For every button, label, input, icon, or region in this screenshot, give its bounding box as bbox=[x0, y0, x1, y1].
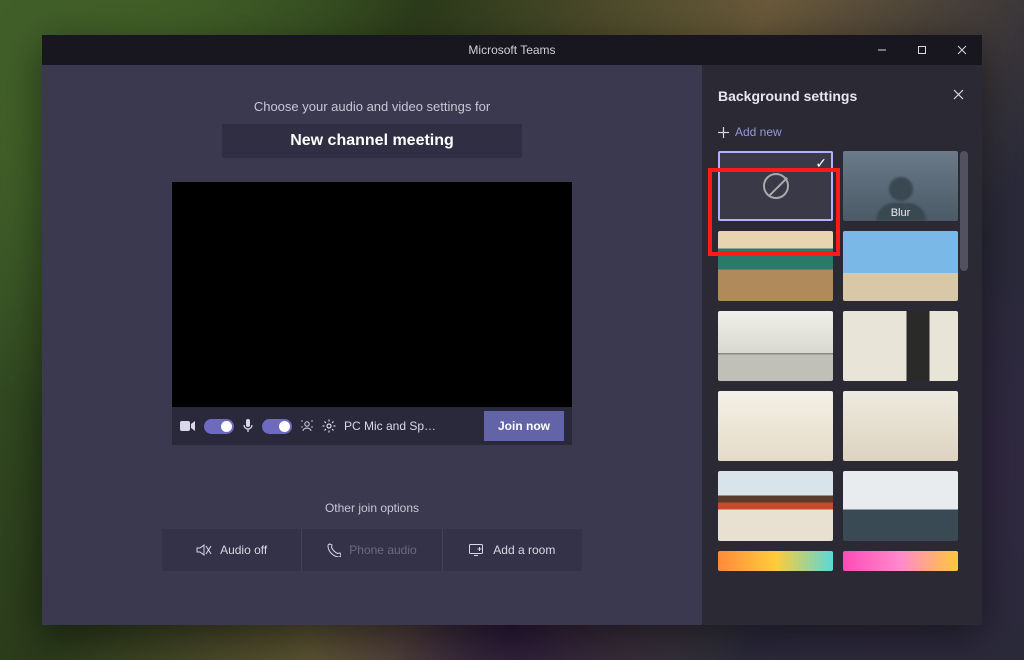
annotation-highlight bbox=[708, 168, 840, 256]
add-room-icon bbox=[469, 544, 485, 556]
meeting-title: New channel meeting bbox=[222, 124, 522, 158]
close-button[interactable] bbox=[942, 35, 982, 65]
bg-option-blur[interactable]: Blur bbox=[843, 151, 958, 221]
other-options-row: Audio off Phone audio Add a room bbox=[162, 529, 582, 571]
audio-device-label: PC Mic and Sp… bbox=[344, 419, 436, 433]
camera-toggle[interactable] bbox=[204, 419, 234, 434]
prejoin-pane: Choose your audio and video settings for… bbox=[42, 65, 702, 625]
scrollbar[interactable] bbox=[960, 151, 968, 271]
background-settings-title: Background settings bbox=[718, 88, 857, 104]
minimize-icon bbox=[877, 45, 887, 55]
maximize-button[interactable] bbox=[902, 35, 942, 65]
add-room-label: Add a room bbox=[493, 543, 555, 557]
instruction-text: Choose your audio and video settings for bbox=[254, 99, 490, 114]
blur-label: Blur bbox=[843, 207, 958, 219]
titlebar: Microsoft Teams bbox=[42, 35, 982, 65]
maximize-icon bbox=[917, 45, 927, 55]
bg-option-image[interactable] bbox=[843, 231, 958, 301]
add-new-background[interactable]: Add new bbox=[718, 125, 968, 139]
other-options-label: Other join options bbox=[325, 501, 419, 515]
bg-option-image[interactable] bbox=[718, 391, 833, 461]
video-preview bbox=[172, 182, 572, 407]
bg-option-image[interactable] bbox=[843, 471, 958, 541]
window-title: Microsoft Teams bbox=[468, 43, 555, 57]
close-icon bbox=[953, 89, 964, 100]
plus-icon bbox=[718, 127, 729, 138]
add-new-label: Add new bbox=[735, 125, 782, 139]
minimize-button[interactable] bbox=[862, 35, 902, 65]
desktop-background: Microsoft Teams bbox=[0, 0, 1024, 660]
phone-audio-option: Phone audio bbox=[301, 529, 441, 571]
speaker-off-icon bbox=[196, 543, 212, 557]
teams-window: Microsoft Teams bbox=[42, 35, 982, 625]
bg-option-image[interactable] bbox=[843, 311, 958, 381]
join-now-button[interactable]: Join now bbox=[484, 411, 564, 441]
bg-option-image[interactable] bbox=[718, 551, 833, 571]
bg-option-image[interactable] bbox=[718, 311, 833, 381]
phone-icon bbox=[327, 543, 341, 557]
gear-icon[interactable] bbox=[322, 419, 336, 433]
phone-audio-label: Phone audio bbox=[349, 543, 416, 557]
mic-toggle[interactable] bbox=[262, 419, 292, 434]
close-pane-button[interactable] bbox=[949, 83, 968, 109]
add-room-option[interactable]: Add a room bbox=[442, 529, 582, 571]
background-settings-pane: Background settings Add new bbox=[702, 65, 982, 625]
mic-icon bbox=[242, 419, 254, 433]
close-icon bbox=[957, 45, 967, 55]
window-controls bbox=[862, 35, 982, 65]
bg-option-image[interactable] bbox=[843, 391, 958, 461]
camera-icon bbox=[180, 420, 196, 432]
audio-off-option[interactable]: Audio off bbox=[162, 529, 301, 571]
background-effects-icon[interactable] bbox=[300, 419, 314, 433]
bg-option-image[interactable] bbox=[843, 551, 958, 571]
bg-option-image[interactable] bbox=[718, 471, 833, 541]
audio-off-label: Audio off bbox=[220, 543, 267, 557]
media-toolbar: PC Mic and Sp… Join now bbox=[172, 407, 572, 445]
